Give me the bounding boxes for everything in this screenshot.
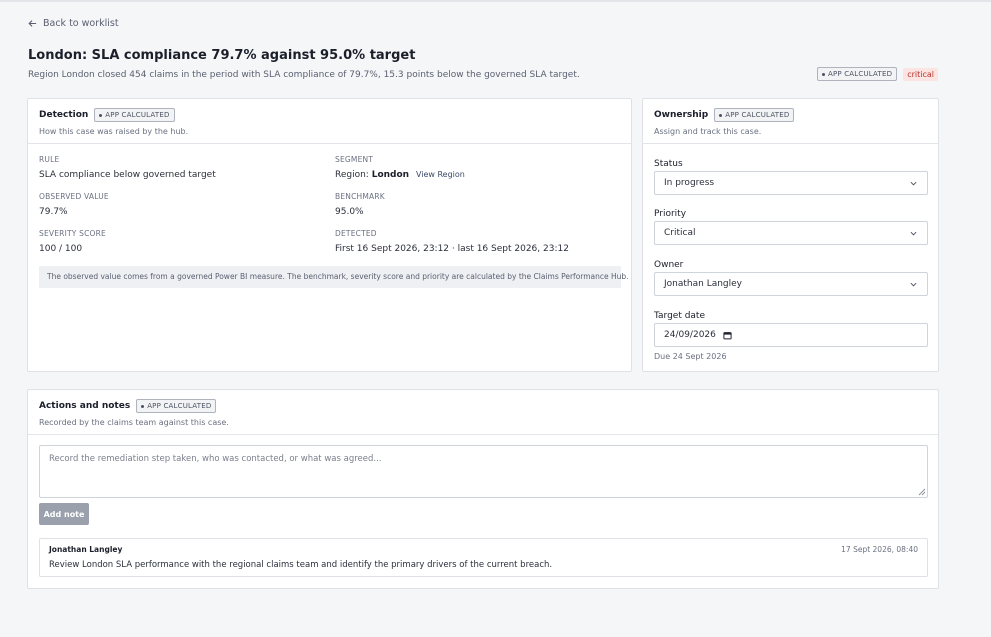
detected-label: DETECTED bbox=[335, 229, 377, 238]
app-calculated-badge: APP CALCULATED bbox=[714, 108, 795, 122]
target-date-input[interactable]: 24/09/2026 bbox=[654, 323, 928, 347]
detection-card: Detection APP CALCULATED How this case w… bbox=[27, 98, 632, 372]
segment-label: SEGMENT bbox=[335, 155, 374, 164]
observed-value-field: OBSERVED VALUE 79.7% bbox=[39, 192, 109, 217]
app-calculated-badge: APP CALCULATED bbox=[816, 67, 898, 81]
app-calculated-badge-label: APP CALCULATED bbox=[105, 111, 170, 119]
actions-card-header: Actions and notes APP CALCULATED Recorde… bbox=[28, 390, 938, 435]
note-entry: Jonathan Langley 17 Sept 2026, 08:40 Rev… bbox=[39, 538, 928, 577]
owner-label: Owner bbox=[654, 260, 684, 270]
arrow-left-icon bbox=[28, 20, 37, 27]
chevron-down-icon bbox=[910, 282, 917, 287]
observed-value: 79.7% bbox=[39, 207, 68, 217]
app-calculated-badge-label: APP CALCULATED bbox=[147, 402, 212, 410]
segment-value-row: Region: London View Region bbox=[335, 170, 465, 180]
dot-icon bbox=[719, 113, 723, 117]
top-divider bbox=[0, 0, 991, 2]
detection-description: How this case was raised by the hub. bbox=[39, 127, 189, 136]
severity-score-value: 100 / 100 bbox=[39, 244, 83, 254]
chevron-down-icon bbox=[910, 231, 917, 236]
severity-score-label: SEVERITY SCORE bbox=[39, 229, 106, 238]
priority-select[interactable]: Critical bbox=[654, 221, 928, 245]
rule-label: RULE bbox=[39, 155, 60, 164]
status-select[interactable]: In progress bbox=[654, 171, 928, 195]
detected-value: First 16 Sept 2026, 23:12 · last 16 Sept… bbox=[335, 244, 569, 254]
dot-icon bbox=[99, 113, 103, 117]
note-textarea[interactable]: Record the remediation step taken, who w… bbox=[39, 445, 928, 498]
benchmark-value: 95.0% bbox=[335, 207, 364, 217]
chevron-down-icon bbox=[910, 181, 917, 186]
view-region-link[interactable]: View Region bbox=[416, 170, 465, 179]
priority-label: Priority bbox=[654, 209, 687, 219]
actions-title: Actions and notes bbox=[39, 401, 131, 411]
severity-badge: critical bbox=[903, 67, 938, 81]
header-badges: APP CALCULATED critical bbox=[816, 67, 938, 81]
app-calculated-badge-label: APP CALCULATED bbox=[725, 111, 790, 119]
page-subtitle: Region London closed 454 claims in the p… bbox=[28, 70, 580, 80]
detection-card-header: Detection APP CALCULATED How this case w… bbox=[28, 99, 631, 144]
ownership-title: Ownership bbox=[654, 110, 709, 120]
dot-icon bbox=[821, 72, 825, 76]
priority-select-value: Critical bbox=[664, 228, 696, 238]
ownership-card-header: Ownership APP CALCULATED Assign and trac… bbox=[643, 99, 938, 144]
segment-field: SEGMENT Region: London View Region bbox=[335, 155, 465, 180]
resize-handle-icon[interactable] bbox=[918, 488, 926, 496]
dot-icon bbox=[141, 404, 145, 408]
owner-select[interactable]: Jonathan Langley bbox=[654, 272, 928, 296]
note-author: Jonathan Langley bbox=[49, 545, 123, 554]
severity-score-field: SEVERITY SCORE 100 / 100 bbox=[39, 229, 106, 254]
rule-field: RULE SLA compliance below governed targe… bbox=[39, 155, 216, 180]
segment-value: London bbox=[371, 170, 410, 180]
app-calculated-badge: APP CALCULATED bbox=[136, 399, 217, 413]
actions-description: Recorded by the claims team against this… bbox=[39, 418, 229, 427]
ownership-card: Ownership APP CALCULATED Assign and trac… bbox=[642, 98, 939, 372]
due-date-text: Due 24 Sept 2026 bbox=[654, 352, 727, 361]
detection-title: Detection bbox=[39, 110, 89, 120]
back-to-worklist-link[interactable]: Back to worklist bbox=[28, 18, 119, 29]
rule-value: SLA compliance below governed target bbox=[39, 170, 216, 180]
calendar-icon[interactable] bbox=[723, 331, 732, 340]
observed-value-label: OBSERVED VALUE bbox=[39, 192, 109, 201]
status-label: Status bbox=[654, 159, 683, 169]
note-text: Review London SLA performance with the r… bbox=[49, 560, 553, 570]
note-textarea-placeholder: Record the remediation step taken, who w… bbox=[49, 454, 382, 464]
back-link-label: Back to worklist bbox=[43, 18, 119, 29]
app-calculated-badge: APP CALCULATED bbox=[94, 108, 175, 122]
detection-note: The observed value comes from a governed… bbox=[39, 266, 629, 288]
owner-select-value: Jonathan Langley bbox=[664, 279, 743, 289]
status-select-value: In progress bbox=[664, 178, 715, 188]
segment-prefix: Region: bbox=[335, 170, 369, 180]
note-timestamp: 17 Sept 2026, 08:40 bbox=[841, 545, 918, 554]
benchmark-label: BENCHMARK bbox=[335, 192, 385, 201]
actions-card: Actions and notes APP CALCULATED Recorde… bbox=[27, 389, 939, 589]
benchmark-field: BENCHMARK 95.0% bbox=[335, 192, 385, 217]
detected-field: DETECTED First 16 Sept 2026, 23:12 · las… bbox=[335, 229, 569, 254]
page-title: London: SLA compliance 79.7% against 95.… bbox=[28, 48, 416, 63]
target-date-value: 24/09/2026 bbox=[664, 330, 716, 340]
ownership-description: Assign and track this case. bbox=[654, 127, 762, 136]
target-date-label: Target date bbox=[654, 311, 705, 321]
app-calculated-badge-label: APP CALCULATED bbox=[827, 70, 893, 78]
add-note-button[interactable]: Add note bbox=[39, 503, 89, 525]
